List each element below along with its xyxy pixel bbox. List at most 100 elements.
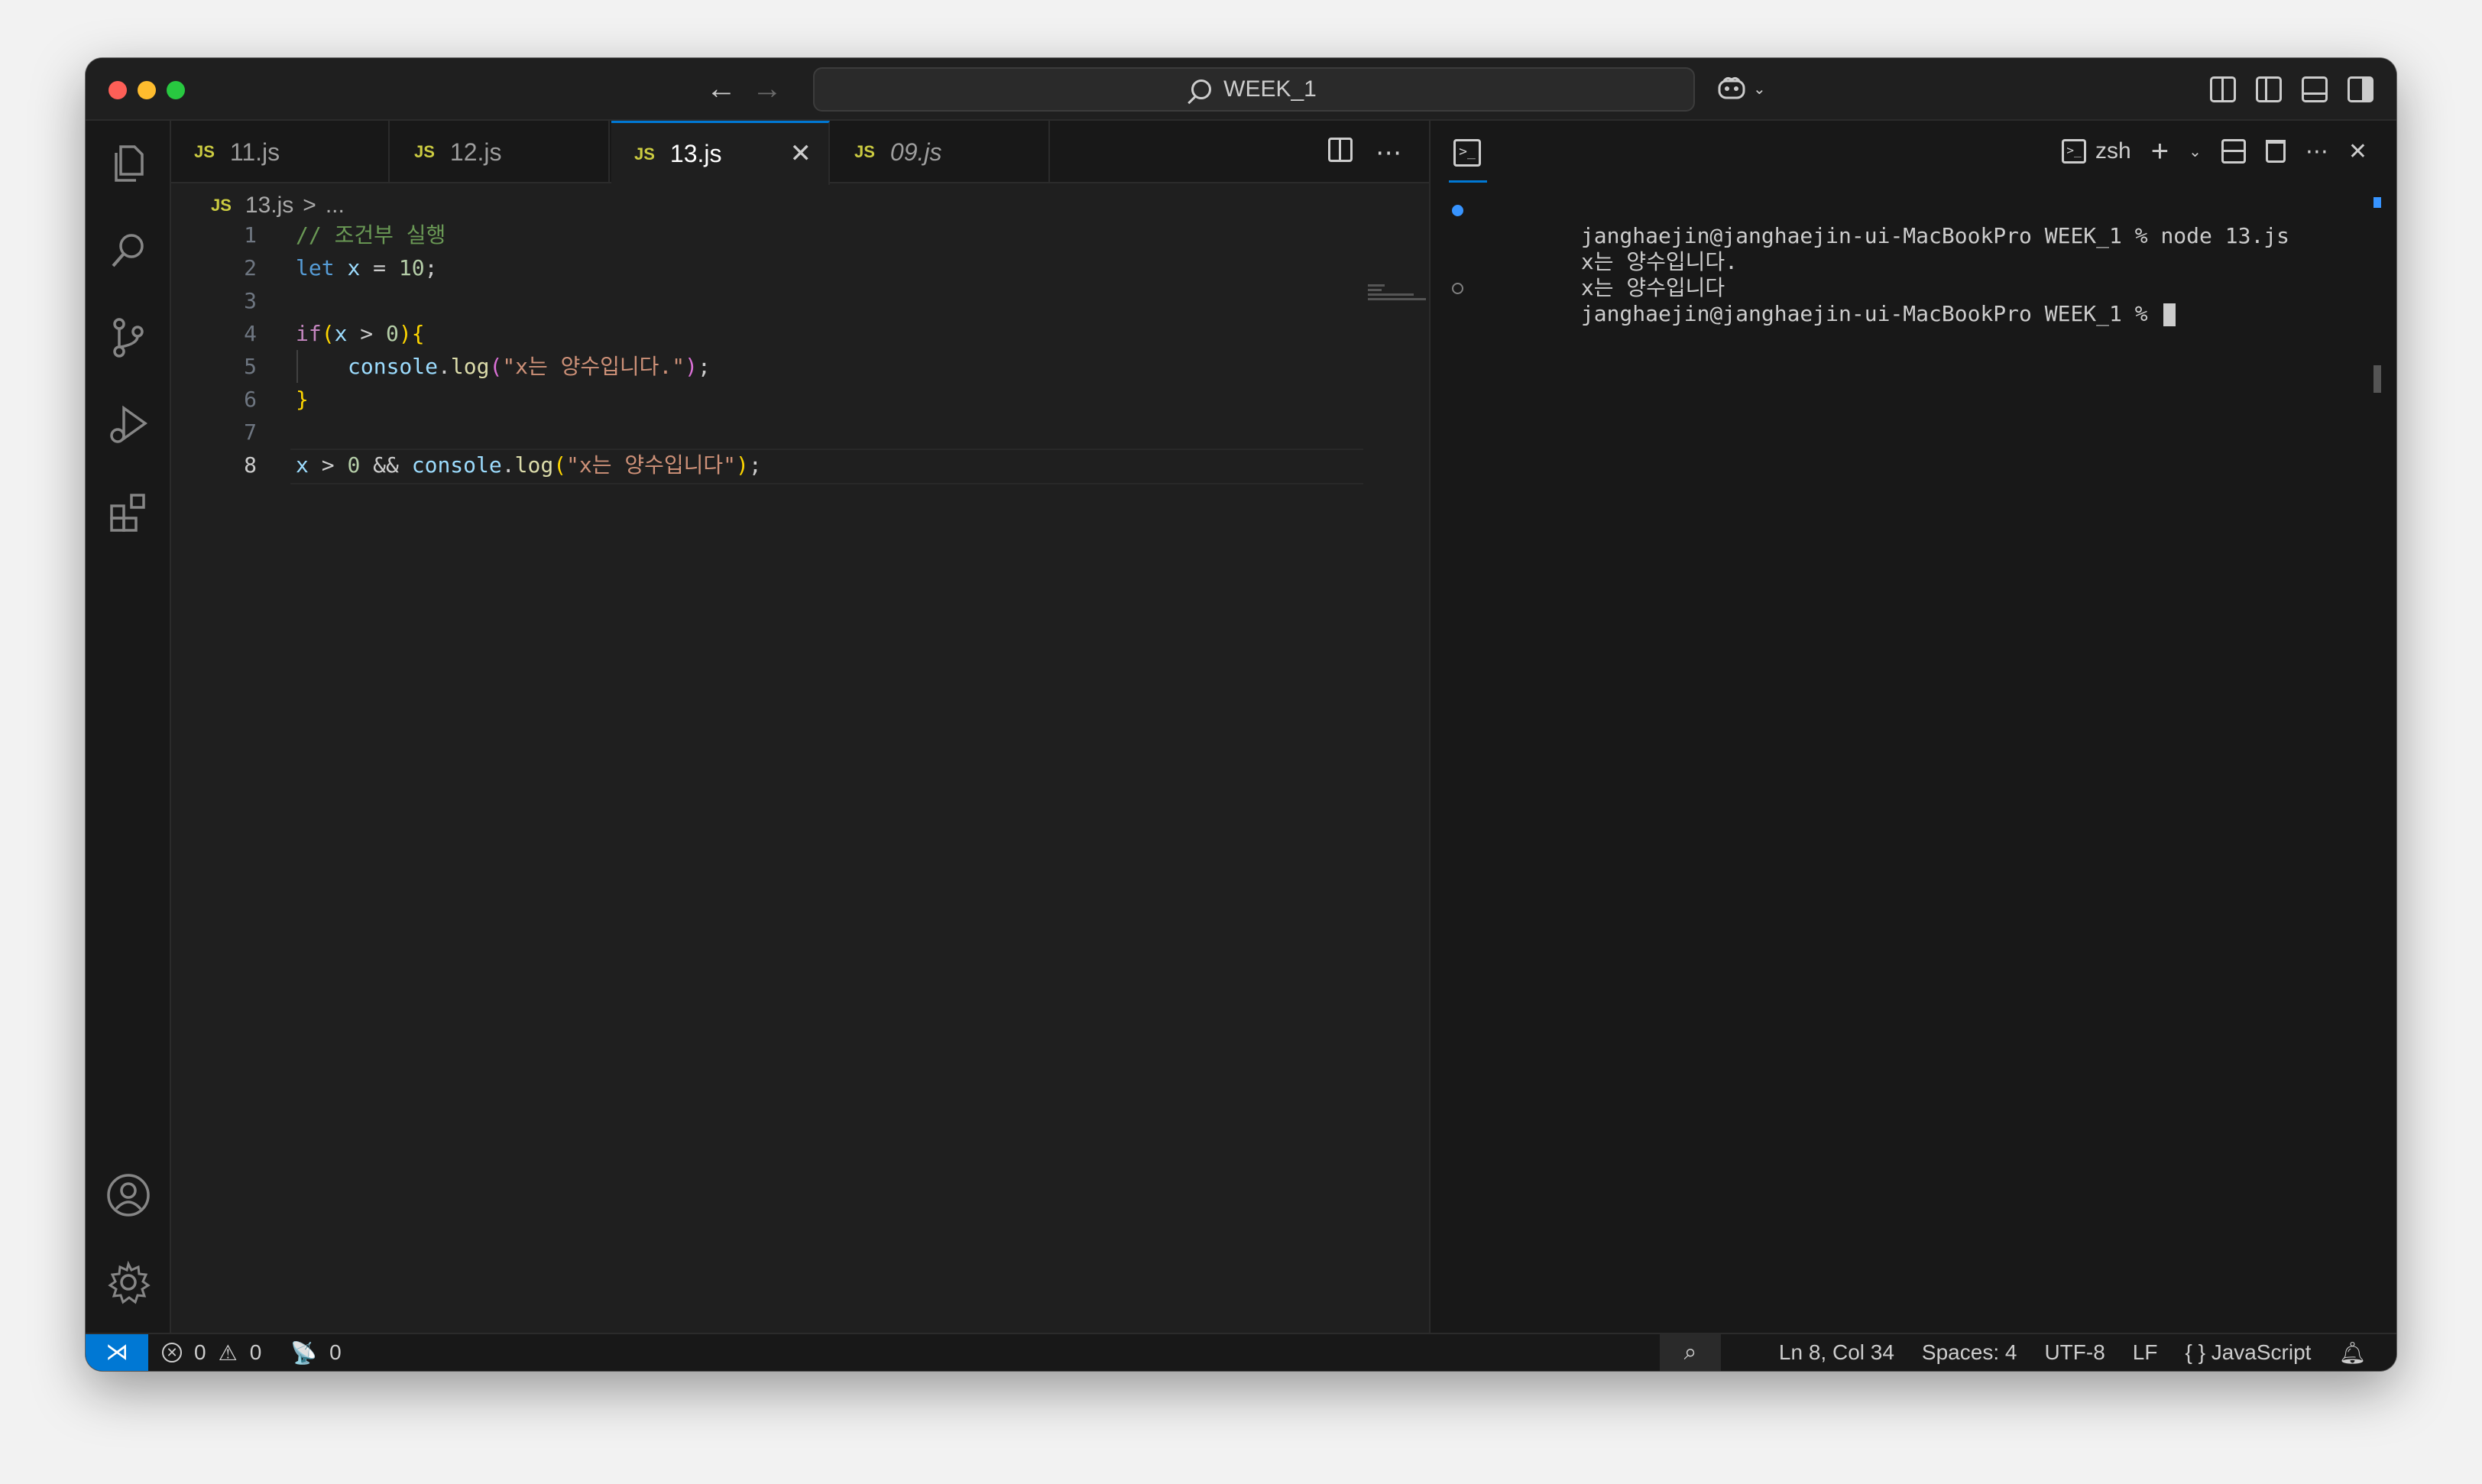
breadcrumb: JS 13.js > ...	[211, 193, 345, 219]
terminal-line: janghaejin@janghaejin-ui-MacBookPro WEEK…	[1446, 275, 2289, 326]
command-center-search[interactable]: WEEK_1	[813, 67, 1695, 112]
forward-arrow-icon[interactable]: →	[752, 72, 783, 105]
close-icon[interactable]: ✕	[790, 138, 812, 169]
tab-12js[interactable]: JS 12.js	[391, 121, 610, 183]
breadcrumb-file[interactable]: 13.js	[245, 193, 293, 219]
code-token: )	[736, 452, 749, 478]
tab-label: 11.js	[229, 138, 280, 166]
code-line: 5 console.log("x는 양수입니다.");	[171, 350, 1363, 383]
toggle-secondary-sidebar-icon[interactable]	[2348, 76, 2373, 102]
extensions-icon[interactable]	[105, 489, 151, 535]
end-of-line[interactable]: LF	[2133, 1340, 2158, 1365]
code-token: x	[347, 255, 361, 280]
terminal-output[interactable]: janghaejin@janghaejin-ui-MacBookPro WEEK…	[1446, 197, 2289, 326]
code-token: >	[308, 452, 348, 478]
code-token: ;	[748, 452, 762, 478]
trash-icon[interactable]	[2265, 140, 2286, 163]
more-actions-icon[interactable]: ⋯	[2305, 138, 2328, 165]
explorer-icon[interactable]	[105, 141, 151, 186]
search-icon	[1191, 79, 1212, 99]
code-token: ;	[424, 255, 438, 280]
terminal-shell-icon: >_	[2062, 139, 2087, 164]
close-window-button[interactable]	[109, 81, 127, 99]
line-number: 7	[244, 420, 257, 445]
vscode-window: ← → WEEK_1 ⌄ JS 11.js JS 12.js JS 13.js …	[86, 58, 2396, 1371]
code-token: "x는 양수입니다."	[502, 354, 685, 379]
account-icon[interactable]	[105, 1172, 151, 1218]
code-editor[interactable]: 1 // 조건부 실행 2 let x = 10; 3 4 if(x > 0){…	[171, 219, 1363, 484]
status-bar: ⋊ ✕ 0 ⚠ 0 📡 0 ⌕ Ln 8, Col 34 Spaces: 4 U…	[86, 1333, 2396, 1371]
terminal-actions: >_ zsh + ⌄ ⋯ ✕	[2062, 136, 2367, 167]
code-token: 0	[386, 321, 399, 346]
indentation[interactable]: Spaces: 4	[1922, 1340, 2017, 1365]
gear-icon[interactable]	[105, 1259, 151, 1305]
run-debug-icon[interactable]	[105, 402, 151, 448]
terminal-shell-selector[interactable]: >_ zsh	[2062, 138, 2131, 164]
editor-group: JS 11.js JS 12.js JS 13.js ✕ JS 09.js ⋯	[171, 121, 1513, 1333]
code-line-current: 8 x > 0 && console.log("x는 양수입니다");	[171, 449, 1363, 484]
chevron-right-icon: >	[303, 193, 316, 218]
close-panel-icon[interactable]: ✕	[2348, 138, 2367, 165]
split-editor-icon[interactable]	[1328, 138, 1353, 162]
add-terminal-icon[interactable]: +	[2151, 136, 2169, 167]
split-terminal-icon[interactable]	[2221, 139, 2246, 164]
customize-layout-icon[interactable]	[2210, 76, 2236, 102]
cursor-position[interactable]: Ln 8, Col 34	[1779, 1340, 1894, 1365]
title-bar: ← → WEEK_1 ⌄	[86, 58, 2396, 121]
breadcrumb-symbol[interactable]: ...	[326, 193, 345, 219]
more-actions-icon[interactable]: ⋯	[1375, 138, 1401, 168]
language-label: JavaScript	[2211, 1340, 2312, 1364]
javascript-file-icon: JS	[194, 142, 215, 161]
code-line: 3	[171, 284, 1363, 317]
zoom-icon[interactable]: ⌕	[1660, 1334, 1721, 1371]
terminal-panel: >_ >_ zsh + ⌄ ⋯ ✕ janghaejin@janghaejin-…	[1429, 121, 2396, 1333]
line-number: 1	[244, 222, 257, 248]
ports-count: 0	[329, 1340, 342, 1364]
braces-icon: { }	[2185, 1340, 2205, 1364]
terminal-shell-name: zsh	[2095, 138, 2131, 164]
code-token: console	[348, 354, 439, 379]
javascript-file-icon: JS	[854, 142, 875, 161]
status-problems[interactable]: ✕ 0 ⚠ 0 📡 0	[162, 1334, 342, 1371]
search-icon[interactable]	[105, 228, 151, 274]
line-number: 8	[244, 452, 257, 478]
command-pending-dot-icon[interactable]	[1452, 283, 1463, 294]
minimize-window-button[interactable]	[138, 81, 156, 99]
tab-label: 09.js	[889, 138, 942, 166]
copilot-menu[interactable]: ⌄	[1716, 75, 1766, 102]
language-mode[interactable]: { } JavaScript	[2185, 1340, 2311, 1365]
maximize-window-button[interactable]	[167, 81, 185, 99]
toggle-primary-sidebar-icon[interactable]	[2256, 76, 2282, 102]
javascript-file-icon: JS	[414, 142, 435, 161]
tab-09js[interactable]: JS 09.js	[831, 121, 1050, 183]
layout-controls	[2210, 76, 2373, 102]
code-token: )	[398, 321, 412, 346]
minimap[interactable]	[1368, 284, 1429, 315]
encoding[interactable]: UTF-8	[2044, 1340, 2105, 1365]
remote-icon[interactable]: ⋊	[86, 1334, 148, 1371]
code-line: 6 }	[171, 383, 1363, 416]
bell-icon[interactable]: 🔔︎	[2338, 1340, 2366, 1366]
terminal-scrollbar[interactable]	[2373, 365, 2381, 393]
code-token: (	[553, 452, 567, 478]
toggle-panel-icon[interactable]	[2302, 76, 2328, 102]
code-line: 7	[171, 416, 1363, 449]
tab-11js[interactable]: JS 11.js	[171, 121, 390, 183]
terminal-icon[interactable]: >_	[1453, 139, 1481, 167]
code-token: console	[411, 452, 502, 478]
source-control-icon[interactable]	[105, 315, 151, 361]
terminal-line: x는 양수입니다.	[1446, 223, 2289, 274]
back-arrow-icon[interactable]: ←	[706, 72, 737, 105]
code-token: // 조건부 실행	[296, 222, 446, 248]
code-token: )	[685, 354, 698, 379]
terminal-line: x는 양수입니다	[1446, 249, 2289, 300]
code-line: 1 // 조건부 실행	[171, 219, 1363, 251]
code-token: &&	[360, 452, 412, 478]
command-success-dot-icon[interactable]	[1452, 205, 1463, 216]
chevron-down-icon[interactable]: ⌄	[2189, 142, 2202, 161]
line-number: 6	[244, 387, 257, 412]
terminal-active-indicator	[1449, 180, 1487, 183]
tab-13js[interactable]: JS 13.js ✕	[611, 121, 830, 185]
code-token: .	[438, 354, 451, 379]
activity-bar	[86, 121, 171, 1333]
